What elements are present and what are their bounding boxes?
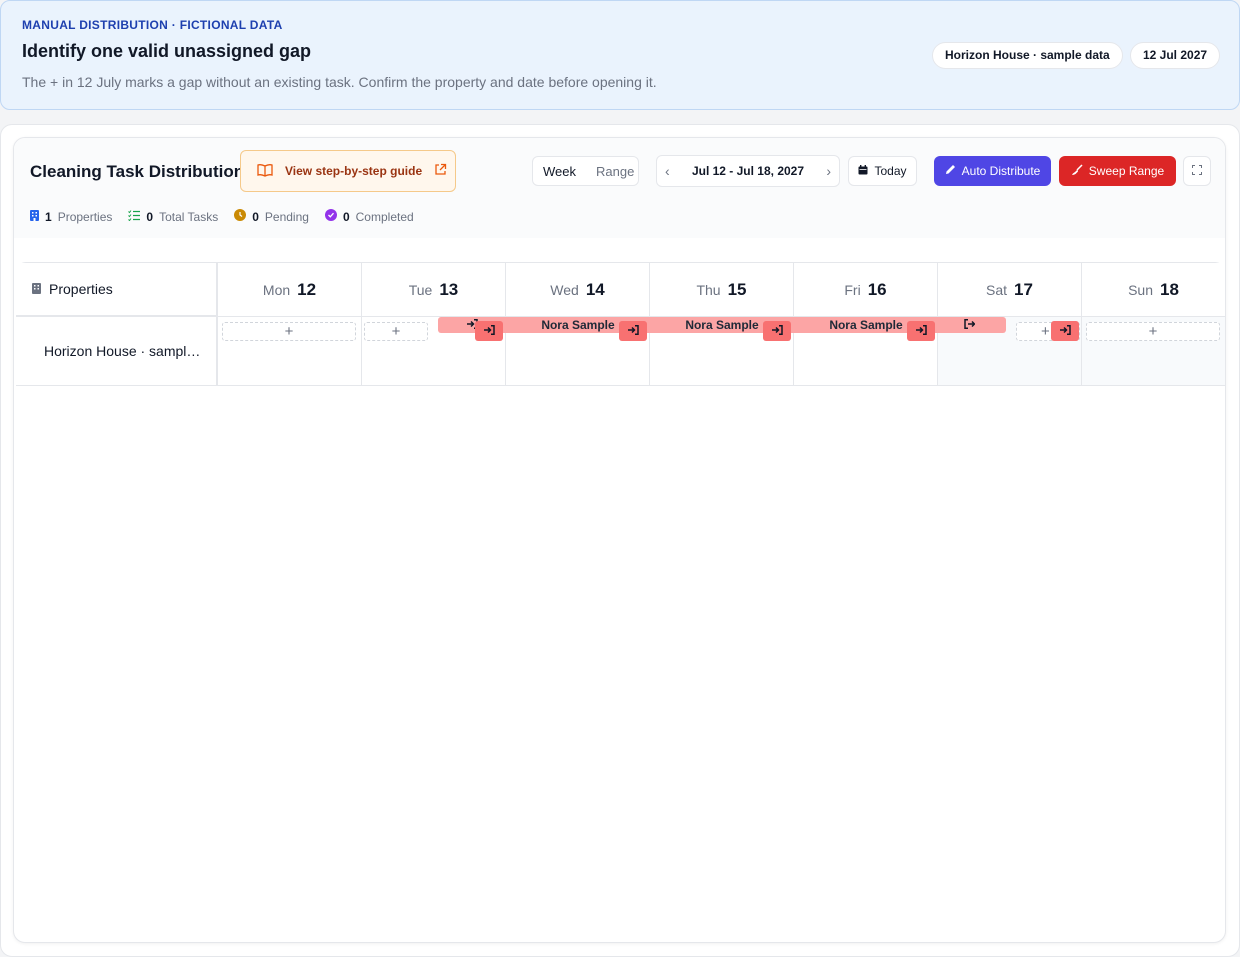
day-name: Tue	[408, 281, 433, 298]
check-in-icon	[771, 322, 783, 340]
fullscreen-icon	[1192, 162, 1202, 180]
stat-properties: 1 Properties	[30, 209, 113, 224]
check-circle-icon	[324, 209, 337, 224]
stat-pending: 0 Pending	[234, 209, 309, 224]
day-name: Mon	[262, 281, 291, 298]
add-task-slot-tue[interactable]: +	[364, 322, 428, 341]
check-in-badge-fri[interactable]	[907, 321, 935, 341]
properties-header-label: Properties	[49, 281, 113, 297]
check-in-badge-thu[interactable]	[763, 321, 791, 341]
book-icon	[257, 163, 273, 180]
day-date: 15	[727, 279, 747, 299]
day-date: 14	[585, 279, 605, 299]
day-name: Sun	[1128, 281, 1153, 298]
auto-distribute-button[interactable]: Auto Distribute	[934, 156, 1051, 186]
day-header-sat: Sat 17	[938, 263, 1082, 317]
day-date: 18	[1160, 279, 1179, 299]
day-header-mon: Mon 12	[218, 263, 362, 317]
pencil-icon	[945, 164, 956, 178]
building-icon	[30, 209, 39, 224]
day-date: 12	[297, 279, 317, 299]
view-toggle: Week Range	[532, 156, 639, 186]
banner-heading: Identify one valid unassigned gap	[22, 41, 312, 61]
day-name: Fri	[844, 281, 861, 298]
check-in-badge-sat[interactable]	[1051, 321, 1079, 341]
day-name: Wed	[550, 281, 579, 298]
check-in-icon	[915, 322, 927, 340]
sweep-range-button[interactable]: Sweep Range	[1059, 156, 1176, 186]
check-in-icon	[1059, 322, 1071, 340]
day-date: 16	[867, 279, 887, 299]
page-title: Cleaning Task Distribution	[30, 162, 245, 181]
property-pill: Horizon House · sample data	[932, 42, 1123, 69]
guest-name: Nora Sample	[541, 318, 615, 332]
clock-icon	[234, 209, 247, 224]
today-button[interactable]: Today	[848, 156, 917, 186]
guest-name: Nora Sample	[685, 318, 759, 332]
properties-count: 1	[45, 209, 52, 224]
view-week-option[interactable]: Week	[533, 164, 586, 179]
property-row-label[interactable]: Horizon House · sampl…	[16, 317, 218, 386]
external-link-icon	[434, 163, 447, 179]
checklist-icon	[128, 209, 141, 224]
instruction-banner: MANUAL DISTRIBUTION · FICTIONAL DATA Ide…	[0, 0, 1240, 110]
pending-count: 0	[252, 209, 259, 224]
panel-header: Cleaning Task Distribution View step-by-…	[14, 138, 1225, 238]
today-label: Today	[874, 164, 907, 178]
properties-stat-label: Properties	[57, 209, 113, 224]
chevron-right-icon[interactable]: ›	[826, 163, 831, 179]
day-header-fri: Fri 16	[794, 263, 938, 317]
add-task-slot-sun[interactable]: +	[1086, 322, 1220, 341]
guide-label: View step-by-step guide	[285, 164, 423, 178]
check-in-badge-tue[interactable]	[475, 321, 503, 341]
day-date: 17	[1014, 279, 1033, 299]
fullscreen-button[interactable]	[1183, 156, 1211, 186]
check-in-icon	[483, 322, 495, 340]
date-range-label: Jul 12 - Jul 18, 2027	[691, 164, 805, 178]
day-header-thu: Thu 15	[650, 263, 794, 317]
tasks-count: 0	[146, 209, 154, 224]
stat-total-tasks: 0 Total Tasks	[128, 210, 218, 224]
broom-icon	[1071, 163, 1083, 179]
stats-bar: 1 Properties 0 Total Tasks 0 Pending 0 C…	[30, 209, 414, 224]
banner-eyebrow: MANUAL DISTRIBUTION · FICTIONAL DATA	[22, 18, 283, 32]
tasks-stat-label: Total Tasks	[159, 209, 219, 224]
day-header-sun: Sun 18	[1082, 263, 1225, 317]
day-name: Thu	[696, 281, 721, 298]
guide-button[interactable]: View step-by-step guide	[240, 150, 456, 192]
check-out-icon	[964, 318, 976, 332]
day-header-tue: Tue 13	[362, 263, 506, 317]
distribution-panel: Cleaning Task Distribution View step-by-…	[13, 137, 1226, 943]
building-icon	[32, 281, 41, 297]
check-in-icon	[627, 322, 639, 340]
day-name: Sat	[986, 281, 1008, 298]
date-pill: 12 Jul 2027	[1130, 42, 1221, 69]
auto-distribute-label: Auto Distribute	[961, 164, 1041, 178]
pending-stat-label: Pending	[264, 209, 309, 224]
date-navigator: ‹ Jul 12 - Jul 18, 2027 ›	[656, 155, 840, 187]
calendar-icon	[858, 164, 868, 178]
completed-stat-label: Completed	[355, 209, 414, 224]
view-range-option[interactable]: Range	[586, 164, 644, 179]
stat-completed: 0 Completed	[324, 209, 414, 224]
banner-description: The + in 12 July marks a gap without an …	[22, 74, 657, 90]
completed-count: 0	[342, 209, 350, 224]
day-date: 13	[439, 279, 459, 299]
sweep-range-label: Sweep Range	[1088, 164, 1165, 178]
booking-segment-sat[interactable]	[938, 317, 1006, 333]
add-task-slot-mon[interactable]: +	[222, 322, 356, 341]
schedule-grid: Properties Horizon House · sampl… Mon 12 …	[16, 262, 1225, 386]
properties-column-header: Properties	[16, 263, 218, 317]
check-in-badge-wed[interactable]	[619, 321, 647, 341]
day-header-wed: Wed 14	[506, 263, 650, 317]
chevron-left-icon[interactable]: ‹	[665, 163, 670, 179]
guest-name: Nora Sample	[829, 318, 903, 332]
